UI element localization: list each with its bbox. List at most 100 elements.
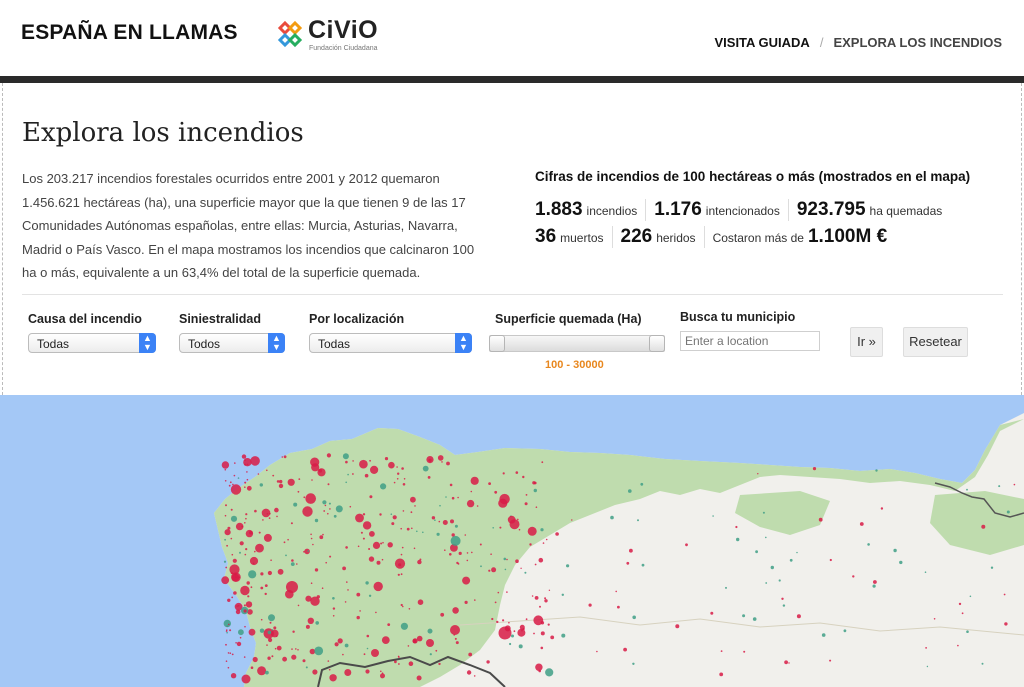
fire-point[interactable] [226, 631, 228, 634]
fire-point[interactable] [416, 530, 418, 533]
fire-point[interactable] [476, 505, 479, 507]
fire-point[interactable] [529, 543, 532, 546]
fire-point[interactable] [248, 628, 256, 636]
fire-point[interactable] [466, 552, 469, 554]
fire-point[interactable] [778, 579, 781, 582]
fire-point[interactable] [494, 601, 497, 604]
fire-point[interactable] [247, 595, 250, 598]
fire-point[interactable] [314, 646, 324, 656]
fire-point[interactable] [342, 453, 349, 460]
fire-point[interactable] [843, 629, 847, 633]
fire-point[interactable] [302, 659, 306, 663]
fire-point[interactable] [515, 559, 519, 563]
fire-point[interactable] [517, 518, 519, 521]
fire-point[interactable] [243, 656, 246, 658]
fire-point[interactable] [271, 629, 274, 631]
fire-point[interactable] [342, 653, 344, 656]
fire-point[interactable] [260, 618, 263, 621]
fire-point[interactable] [312, 669, 318, 675]
fire-point[interactable] [329, 555, 332, 558]
fire-point[interactable] [458, 551, 462, 555]
fire-point[interactable] [236, 641, 242, 647]
fire-point[interactable] [380, 670, 382, 673]
fire-point[interactable] [1003, 593, 1006, 596]
map-canvas[interactable] [0, 395, 1024, 687]
fire-point[interactable] [368, 556, 375, 562]
fire-point[interactable] [488, 482, 491, 485]
fire-point[interactable] [610, 515, 614, 520]
fire-point[interactable] [224, 480, 227, 482]
fire-point[interactable] [287, 478, 295, 486]
fire-point[interactable] [400, 553, 403, 556]
fire-point[interactable] [958, 602, 962, 606]
fire-point[interactable] [969, 595, 972, 598]
fire-point[interactable] [899, 560, 903, 565]
fire-point[interactable] [380, 483, 387, 490]
fire-point[interactable] [344, 601, 347, 603]
fire-point[interactable] [362, 521, 372, 530]
fire-point[interactable] [403, 478, 406, 480]
fire-point[interactable] [321, 587, 324, 589]
fire-point[interactable] [408, 661, 414, 666]
fire-point[interactable] [375, 611, 377, 614]
fire-point[interactable] [223, 619, 231, 628]
fire-point[interactable] [243, 458, 252, 467]
fire-point[interactable] [229, 481, 232, 484]
fire-point[interactable] [311, 479, 313, 481]
fire-point[interactable] [470, 476, 479, 485]
municipality-search-input[interactable] [680, 331, 820, 351]
fire-point[interactable] [410, 511, 413, 514]
fire-point[interactable] [244, 486, 246, 488]
fire-point[interactable] [390, 513, 393, 515]
fire-point[interactable] [260, 572, 264, 576]
fire-point[interactable] [370, 465, 379, 474]
fire-point[interactable] [547, 623, 550, 626]
location-select[interactable]: Todas ▲ ▼ [309, 333, 472, 353]
fire-point[interactable] [365, 669, 370, 674]
fire-point[interactable] [232, 558, 237, 563]
fire-point[interactable] [232, 483, 234, 486]
fire-point[interactable] [796, 614, 801, 619]
fire-point[interactable] [322, 500, 327, 505]
fire-point[interactable] [357, 545, 360, 548]
fire-point[interactable] [521, 629, 523, 632]
fire-point[interactable] [243, 609, 247, 613]
fire-point[interactable] [513, 630, 516, 633]
fire-point[interactable] [276, 515, 278, 518]
fire-point[interactable] [297, 604, 300, 607]
fire-point[interactable] [765, 536, 767, 539]
fire-point[interactable] [417, 599, 424, 605]
fire-point[interactable] [262, 519, 264, 521]
fire-point[interactable] [307, 550, 310, 552]
fire-point[interactable] [998, 485, 1001, 488]
fire-point[interactable] [503, 557, 507, 561]
fire-point[interactable] [318, 469, 323, 473]
fire-point[interactable] [245, 517, 247, 520]
fire-point[interactable] [596, 650, 598, 653]
fire-point[interactable] [230, 484, 242, 495]
fire-point[interactable] [454, 637, 457, 640]
fire-point[interactable] [257, 666, 267, 676]
fire-point[interactable] [466, 559, 469, 562]
fire-point[interactable] [444, 549, 446, 551]
fire-point[interactable] [462, 576, 471, 585]
fire-point[interactable] [292, 630, 295, 633]
fire-point[interactable] [402, 483, 406, 486]
fire-point[interactable] [957, 644, 959, 647]
fire-point[interactable] [632, 662, 635, 665]
fire-point[interactable] [273, 626, 277, 630]
fire-point[interactable] [360, 531, 363, 534]
fire-point[interactable] [533, 632, 535, 635]
fire-point[interactable] [1004, 622, 1008, 626]
fire-point[interactable] [416, 675, 422, 681]
fire-point[interactable] [550, 635, 555, 640]
fire-point[interactable] [305, 493, 317, 504]
fire-point[interactable] [615, 590, 617, 593]
fire-point[interactable] [468, 652, 473, 657]
fire-point[interactable] [396, 478, 399, 480]
fire-point[interactable] [401, 546, 404, 549]
fire-point[interactable] [290, 562, 295, 566]
fire-point[interactable] [239, 551, 241, 554]
fire-point[interactable] [561, 633, 566, 638]
fire-point[interactable] [393, 481, 396, 484]
